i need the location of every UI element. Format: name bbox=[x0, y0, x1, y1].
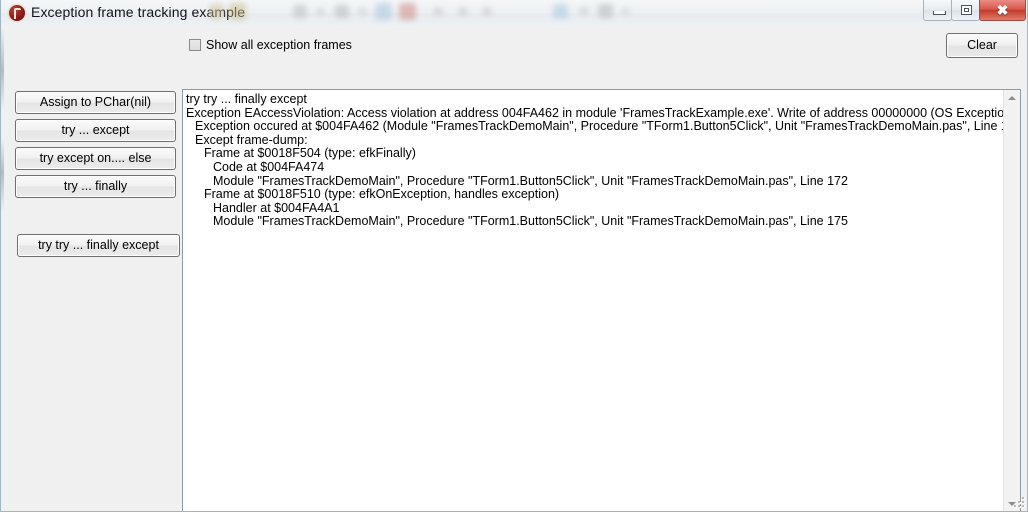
maximize-button[interactable] bbox=[951, 0, 980, 21]
log-line: Module "FramesTrackDemoMain", Procedure … bbox=[213, 214, 848, 229]
exception-log-memo[interactable]: try try ... finally except Exception EAcc… bbox=[182, 89, 1021, 511]
restore-icon bbox=[961, 5, 972, 15]
ghost-toolbar-icon bbox=[433, 7, 443, 16]
ghost-toolbar-icon bbox=[358, 8, 367, 15]
log-text-area[interactable]: try try ... finally except Exception EAcc… bbox=[183, 90, 1004, 511]
ghost-toolbar-icon bbox=[399, 3, 416, 20]
try-except-button[interactable]: try ... except bbox=[15, 119, 176, 142]
log-line: try try ... finally except bbox=[186, 92, 307, 106]
log-line: Code at $004FA474 bbox=[213, 159, 325, 174]
app-icon bbox=[9, 5, 25, 21]
close-icon: ✖ bbox=[996, 2, 1009, 18]
ghost-toolbar-icon bbox=[458, 7, 468, 16]
log-line: Handler at $004FA4A1 bbox=[213, 200, 340, 215]
ghost-toolbar-icon bbox=[229, 3, 246, 20]
ghost-toolbar-icon bbox=[209, 4, 224, 19]
log-line: Exception occured at $004FA462 (Module "… bbox=[195, 119, 1004, 134]
show-all-exception-frames-checkbox[interactable]: Show all exception frames bbox=[189, 38, 352, 52]
scroll-up-arrow-icon[interactable] bbox=[1008, 96, 1016, 100]
log-line: Exception EAccessViolation: Access viola… bbox=[186, 105, 1004, 120]
clear-button[interactable]: Clear bbox=[946, 33, 1018, 58]
options-bar: Show all exception frames Clear bbox=[7, 32, 1021, 61]
log-line: Module "FramesTrackDemoMain", Procedure … bbox=[213, 173, 848, 188]
ghost-toolbar-icon bbox=[553, 4, 568, 19]
ghost-toolbar-icon bbox=[482, 7, 492, 16]
ghost-toolbar-icon bbox=[375, 3, 392, 20]
client-area: Show all exception frames Clear Assign t… bbox=[1, 27, 1027, 511]
ghost-toolbar-icon bbox=[598, 4, 613, 18]
title-bar[interactable]: Exception frame tracking example ✖ bbox=[1, 0, 1027, 28]
minimize-button[interactable] bbox=[923, 0, 952, 21]
window-controls: ✖ bbox=[923, 0, 1026, 22]
ghost-toolbar-icon bbox=[316, 8, 325, 15]
close-button[interactable]: ✖ bbox=[979, 0, 1026, 21]
log-line: Except frame-dump: bbox=[195, 132, 308, 147]
log-line: Frame at $0018F510 (type: efkOnException… bbox=[204, 187, 560, 202]
ghost-toolbar-icon bbox=[579, 7, 589, 15]
minimize-icon bbox=[933, 11, 946, 15]
memo-vertical-scrollbar[interactable] bbox=[1003, 90, 1020, 511]
assign-to-pchar-nil-button[interactable]: Assign to PChar(nil) bbox=[15, 91, 176, 114]
ghost-toolbar-icon bbox=[335, 5, 349, 18]
try-try-finally-except-button[interactable]: try try ... finally except bbox=[17, 234, 180, 257]
ghost-toolbar-icon bbox=[621, 8, 630, 15]
resize-grip[interactable] bbox=[1014, 497, 1026, 509]
application-window: Exception frame tracking example ✖ Show … bbox=[0, 0, 1028, 512]
try-except-on-else-button[interactable]: try except on.... else bbox=[15, 147, 176, 170]
ghost-toolbar-icon bbox=[293, 5, 307, 18]
checkbox-box[interactable] bbox=[189, 39, 201, 51]
log-line: Frame at $0018F504 (type: efkFinally) bbox=[204, 146, 416, 161]
try-finally-button[interactable]: try ... finally bbox=[15, 175, 176, 198]
checkbox-label: Show all exception frames bbox=[206, 38, 352, 52]
